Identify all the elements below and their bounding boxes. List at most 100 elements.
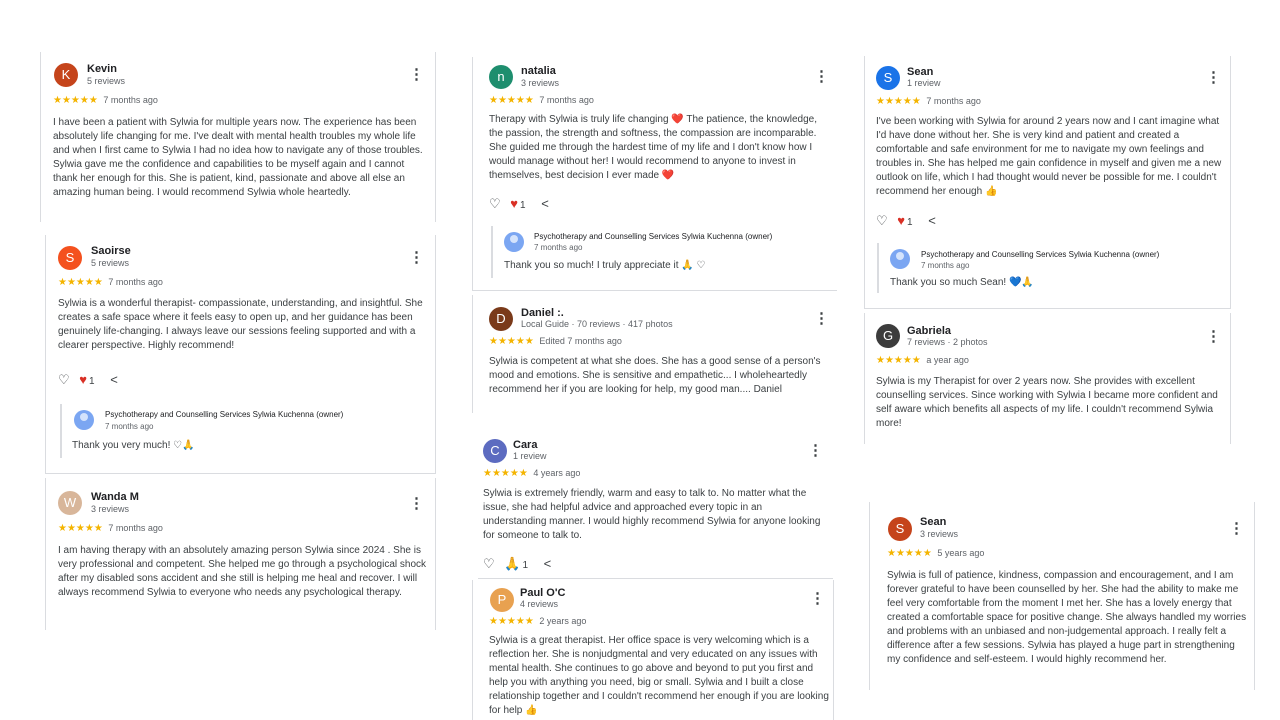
owner-response-time: 7 months ago (534, 243, 583, 252)
reviewer-name[interactable]: Sean (907, 66, 933, 78)
review-card: C Cara 1 review ⋮ ★★★★★ 4 years ago Sylw… (478, 432, 833, 579)
review-actions: ♡ ♥ 1 < (876, 213, 942, 229)
review-card: P Paul O'C 4 reviews ⋮ ★★★★★ 2 years ago… (472, 580, 834, 720)
like-icon[interactable]: ♡ (483, 556, 495, 571)
more-options-icon[interactable]: ⋮ (409, 250, 424, 265)
share-icon[interactable]: < (544, 556, 552, 571)
avatar[interactable]: S (876, 66, 900, 90)
reviewer-name[interactable]: Daniel :. (521, 307, 564, 319)
review-time: 5 years ago (937, 548, 985, 558)
pray-reaction-icon[interactable]: 🙏 1 (504, 556, 534, 571)
reviewer-name[interactable]: natalia (521, 65, 556, 77)
heart-reaction-icon[interactable]: ♥ 1 (79, 372, 100, 387)
more-options-icon[interactable]: ⋮ (810, 591, 825, 606)
reaction-count: 1 (89, 376, 95, 387)
review-text: Therapy with Sylwia is truly life changi… (489, 114, 817, 181)
more-options-icon[interactable]: ⋮ (814, 311, 829, 326)
owner-name[interactable]: Psychotherapy and Counselling Services S… (534, 232, 772, 241)
owner-response: Psychotherapy and Counselling Services S… (60, 404, 432, 458)
reviewer-meta: 5 reviews (91, 258, 130, 268)
owner-reply-text: Thank you very much! ♡🙏 (72, 440, 195, 451)
review-time: 7 months ago (926, 96, 981, 106)
review-time: a year ago (926, 355, 969, 365)
avatar[interactable]: D (489, 307, 513, 331)
avatar[interactable]: G (876, 324, 900, 348)
more-options-icon[interactable]: ⋮ (808, 443, 823, 458)
review-actions: ♡ ♥ 1 < (489, 196, 555, 212)
rating-row: ★★★★★ 7 months ago (58, 277, 163, 288)
more-options-icon[interactable]: ⋮ (409, 496, 424, 511)
reviewer-name[interactable]: Cara (513, 439, 537, 451)
reviewer-name[interactable]: Kevin (87, 63, 117, 75)
reviewer-meta: 3 reviews (91, 504, 130, 514)
heart-reaction-icon[interactable]: ♥ 1 (510, 196, 531, 211)
avatar[interactable]: C (483, 439, 507, 463)
share-icon[interactable]: < (110, 372, 118, 387)
avatar[interactable]: S (58, 246, 82, 270)
owner-avatar[interactable] (890, 249, 910, 269)
reaction-count: 1 (522, 560, 529, 571)
avatar[interactable]: P (490, 588, 514, 612)
review-time: Edited 7 months ago (539, 336, 622, 346)
share-icon[interactable]: < (928, 213, 936, 228)
review-card: n natalia 3 reviews ⋮ ★★★★★ 7 months ago… (472, 57, 837, 291)
rating-row: ★★★★★ 7 months ago (489, 95, 594, 106)
reviewer-name[interactable]: Paul O'C (520, 587, 565, 599)
rating-row: ★★★★★ 7 months ago (876, 96, 981, 107)
star-rating: ★★★★★ (489, 616, 534, 627)
rating-row: ★★★★★ 7 months ago (58, 523, 163, 534)
review-text: Sylwia is competent at what she does. Sh… (489, 356, 821, 395)
review-card: S Saoirse 5 reviews ⋮ ★★★★★ 7 months ago… (45, 235, 436, 474)
reviewer-meta: 3 reviews (920, 529, 959, 539)
avatar[interactable]: n (489, 65, 513, 89)
more-options-icon[interactable]: ⋮ (409, 67, 424, 82)
owner-response-time: 7 months ago (921, 261, 970, 270)
review-text: Sylwia is full of patience, kindness, co… (887, 570, 1247, 665)
heart-reaction-icon[interactable]: ♥ 1 (897, 213, 918, 228)
more-options-icon[interactable]: ⋮ (814, 69, 829, 84)
owner-response: Psychotherapy and Counselling Services S… (491, 226, 833, 278)
review-card: G Gabriela 7 reviews · 2 photos ⋮ ★★★★★ … (864, 313, 1231, 444)
owner-response: Psychotherapy and Counselling Services S… (877, 243, 1224, 293)
avatar[interactable]: K (54, 63, 78, 87)
avatar[interactable]: S (888, 517, 912, 541)
like-icon[interactable]: ♡ (58, 372, 70, 387)
owner-avatar[interactable] (504, 232, 524, 252)
reviewer-name[interactable]: Wanda M (91, 491, 139, 503)
review-card: S Sean 3 reviews ⋮ ★★★★★ 5 years ago Syl… (869, 502, 1255, 690)
star-rating: ★★★★★ (876, 96, 921, 107)
review-time: 7 months ago (108, 277, 163, 287)
reviewer-name[interactable]: Gabriela (907, 325, 951, 337)
review-time: 2 years ago (539, 616, 587, 626)
owner-reply-text: Thank you so much! I truly appreciate it… (504, 260, 706, 271)
share-icon[interactable]: < (541, 196, 549, 211)
owner-avatar[interactable] (74, 410, 94, 430)
star-rating: ★★★★★ (58, 277, 103, 288)
reviewer-meta: 4 reviews (520, 599, 559, 609)
rating-row: ★★★★★ 7 months ago (53, 95, 158, 106)
review-time: 7 months ago (103, 95, 158, 105)
reviewer-meta: 3 reviews (521, 78, 560, 88)
reaction-count: 1 (520, 200, 526, 211)
review-text: Sylwia is my Therapist for over 2 years … (876, 376, 1218, 429)
more-options-icon[interactable]: ⋮ (1229, 521, 1244, 536)
star-rating: ★★★★★ (53, 95, 98, 106)
review-text: Sylwia is extremely friendly, warm and e… (483, 488, 821, 541)
reviewer-name[interactable]: Saoirse (91, 245, 131, 257)
reviewer-meta: 1 review (513, 451, 547, 461)
star-rating: ★★★★★ (876, 355, 921, 366)
like-icon[interactable]: ♡ (489, 196, 501, 211)
reviewer-meta: Local Guide · 70 reviews · 417 photos (521, 319, 673, 329)
reviewer-name[interactable]: Sean (920, 516, 946, 528)
review-card: D Daniel :. Local Guide · 70 reviews · 4… (472, 295, 837, 413)
more-options-icon[interactable]: ⋮ (1206, 329, 1221, 344)
like-icon[interactable]: ♡ (876, 213, 888, 228)
review-actions: ♡ 🙏 1 < (483, 556, 557, 572)
more-options-icon[interactable]: ⋮ (1206, 70, 1221, 85)
review-text: I am having therapy with an absolutely a… (58, 545, 427, 598)
owner-name[interactable]: Psychotherapy and Counselling Services S… (921, 250, 1159, 259)
review-time: 7 months ago (539, 95, 594, 105)
owner-name[interactable]: Psychotherapy and Counselling Services S… (105, 410, 343, 419)
avatar[interactable]: W (58, 491, 82, 515)
reviewer-meta: 1 review (907, 78, 941, 88)
